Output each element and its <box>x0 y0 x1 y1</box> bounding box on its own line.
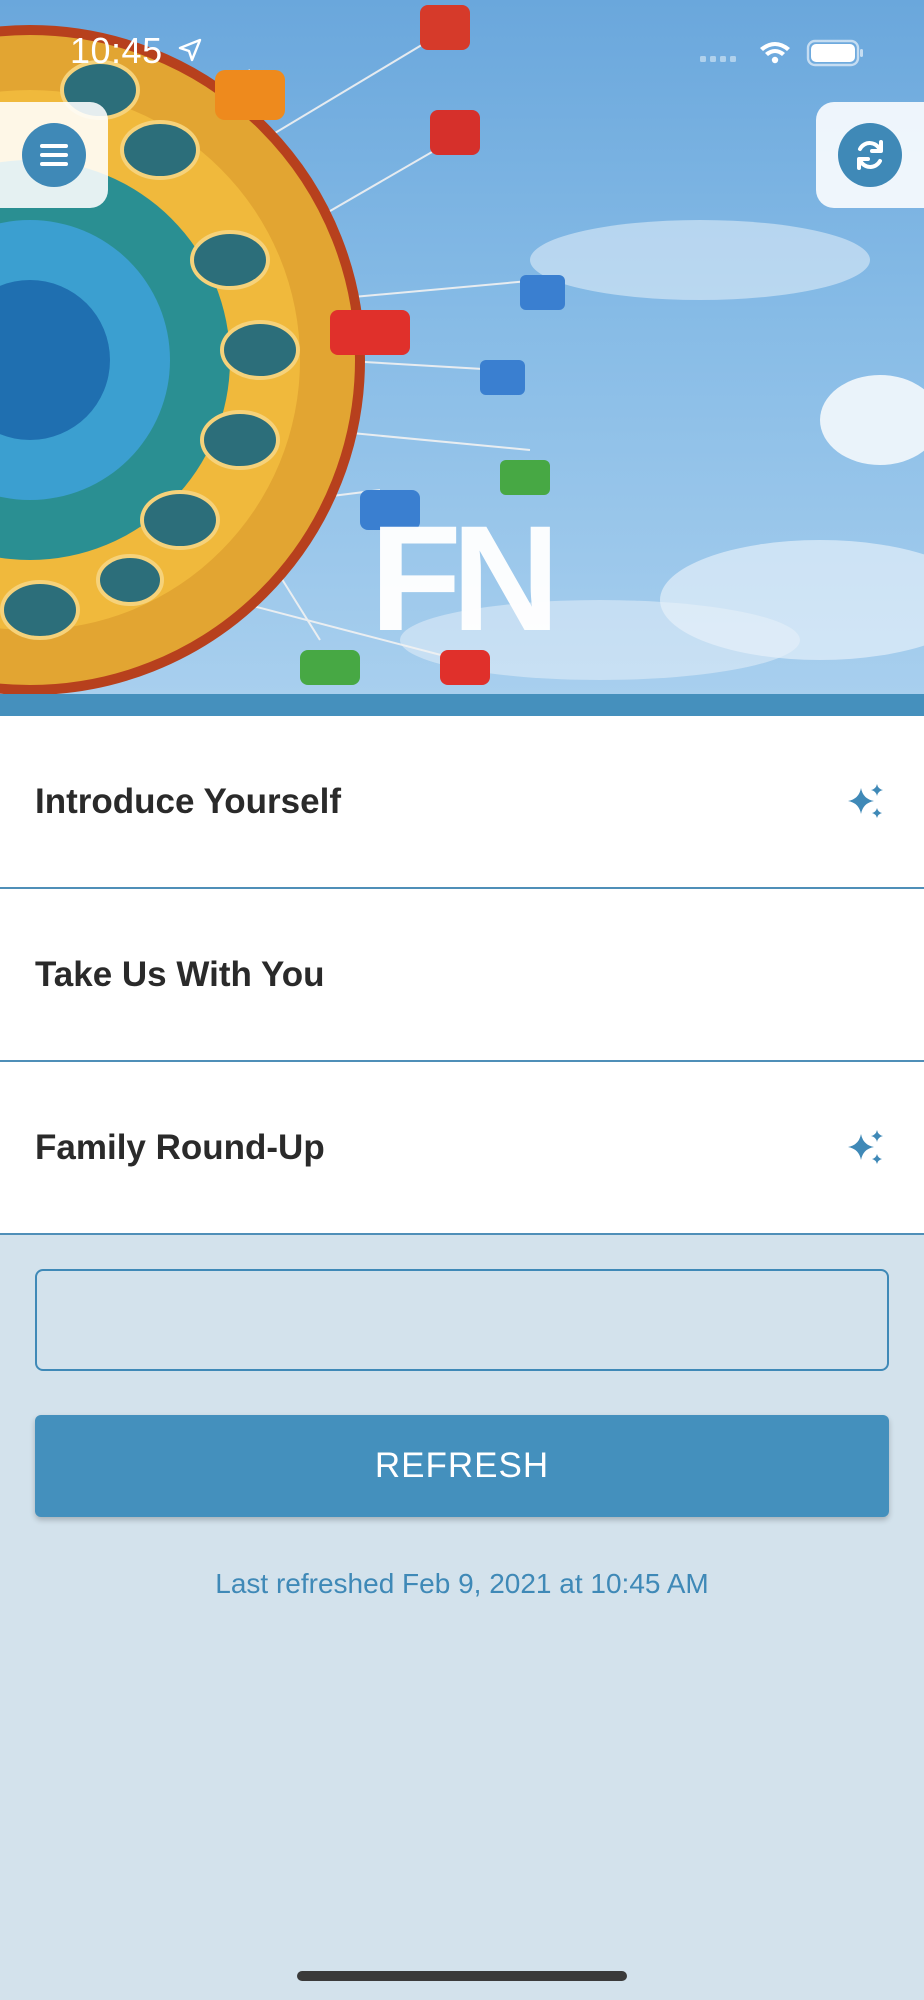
menu-button[interactable] <box>22 123 86 187</box>
list-item-family-round-up[interactable]: Family Round-Up <box>0 1062 924 1235</box>
list-item-label: Take Us With You <box>35 954 325 994</box>
refresh-button[interactable]: REFRESH <box>35 1415 889 1517</box>
refresh-icon <box>857 140 883 170</box>
menu-icon <box>40 144 68 166</box>
last-refreshed-text: Last refreshed Feb 9, 2021 at 10:45 AM <box>215 1568 709 1599</box>
wifi-icon <box>760 42 790 64</box>
list-item-label: Family Round-Up <box>35 1127 325 1167</box>
list-item-label: Introduce Yourself <box>35 781 341 821</box>
cellular-signal-icon <box>700 56 736 62</box>
menu-button-container <box>0 102 108 208</box>
code-input[interactable] <box>35 1269 889 1371</box>
refresh-button-container <box>816 102 924 208</box>
battery-icon <box>806 39 863 67</box>
hero-divider-bar <box>0 694 924 716</box>
hero-banner: 10:45 FN <box>0 0 924 694</box>
app-logo: FN <box>370 494 560 662</box>
sparkle-icon <box>848 1129 883 1164</box>
home-indicator <box>297 1971 627 1981</box>
refresh-icon-button[interactable] <box>838 123 902 187</box>
status-time: 10:45 <box>70 30 163 71</box>
status-indicators <box>700 39 863 67</box>
feed-list: Introduce Yourself Take Us With You Fami… <box>0 716 924 1235</box>
list-item-take-us-with-you[interactable]: Take Us With You <box>0 889 924 1062</box>
sparkle-icon <box>848 783 883 818</box>
location-arrow-icon <box>178 38 202 62</box>
list-item-introduce-yourself[interactable]: Introduce Yourself <box>0 716 924 889</box>
